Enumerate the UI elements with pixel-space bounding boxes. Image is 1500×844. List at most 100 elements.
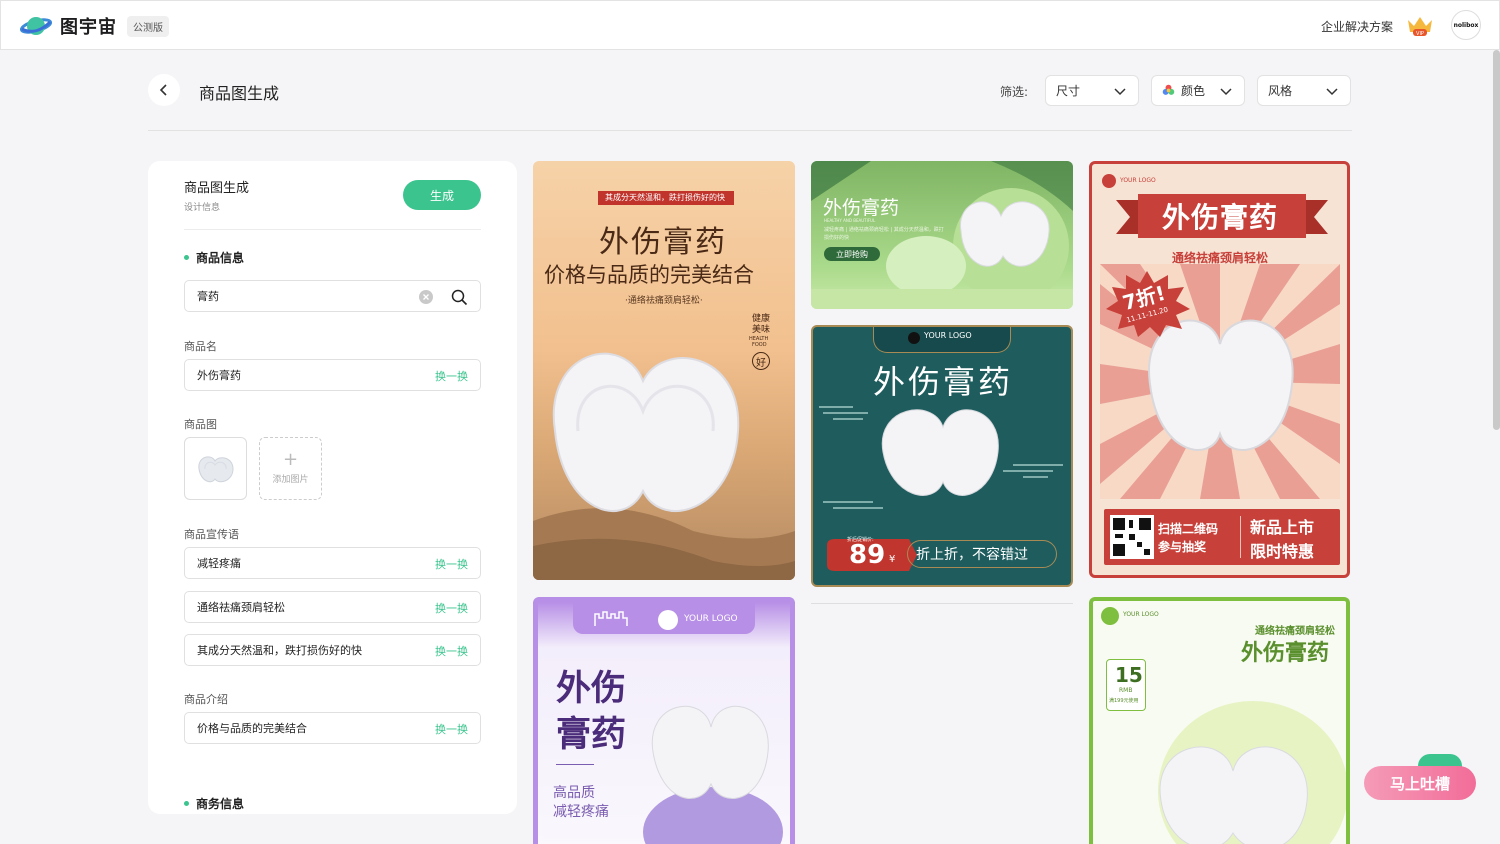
card-title: 外伤膏药 xyxy=(1241,641,1330,666)
card-logo: YOUR LOGO xyxy=(1123,611,1159,618)
section-dot-icon xyxy=(184,801,189,806)
card-title-1: 外伤 xyxy=(556,668,627,709)
card-slogan: 折上折，不容错过 xyxy=(916,547,1028,563)
logo-circle-icon xyxy=(1102,174,1116,188)
card-small-en: HEALTHY AND BEAUTIFUL xyxy=(824,218,876,223)
svg-text:VIP: VIP xyxy=(1416,31,1424,37)
template-card-lime[interactable]: YOUR LOGO 通络祛痛颈肩轻松 外伤膏药 15 RMB 满199元使用 xyxy=(1089,597,1350,844)
chevron-left-icon xyxy=(159,84,167,96)
generate-button[interactable]: 生成 xyxy=(403,180,481,210)
chevron-down-icon xyxy=(1326,88,1338,96)
slogan-field-1[interactable]: 减轻疼痛 换一换 xyxy=(184,547,481,579)
app-name: 图宇宙 xyxy=(60,17,117,38)
qr-code-icon xyxy=(1110,515,1154,559)
product-image-label: 商品图 xyxy=(184,418,217,431)
app-logo[interactable]: 图宇宙 公测版 xyxy=(19,12,169,40)
top-bar: 图宇宙 公测版 企业解决方案 VIP nolibox xyxy=(0,0,1500,50)
card-sub-2: 减轻疼痛 xyxy=(553,804,609,820)
panel-title: 商品图生成 xyxy=(184,181,250,196)
style-filter-dropdown[interactable]: 风格 xyxy=(1257,75,1351,106)
user-avatar[interactable]: nolibox xyxy=(1451,10,1481,40)
product-name-field[interactable]: 外伤膏药 换一换 xyxy=(184,359,481,391)
enterprise-solutions-link[interactable]: 企业解决方案 xyxy=(1321,18,1393,35)
template-card-green-banner[interactable]: 外伤膏药 HEALTHY AND BEAUTIFUL 减轻疼痛 | 通络祛痛颈肩… xyxy=(811,161,1073,309)
business-info-section-heading: 商务信息 xyxy=(184,795,244,812)
card-subtitle: 价格与品质的完美结合 xyxy=(544,263,754,287)
chevron-down-icon xyxy=(1114,88,1126,96)
color-filter-label: 颜色 xyxy=(1181,84,1206,98)
design-info-panel: 商品图生成 设计信息 生成 商品信息 膏药 商品名 外伤膏药 换一换 商品图 +… xyxy=(148,161,517,814)
product-search-input[interactable]: 膏药 xyxy=(184,280,481,312)
plaster-on-podium-image xyxy=(643,705,783,844)
promo-divider xyxy=(1240,516,1241,558)
logo-circle-icon xyxy=(658,610,678,630)
add-image-button[interactable]: + 添加图片 xyxy=(259,437,322,500)
size-filter-label: 尺寸 xyxy=(1056,84,1081,98)
add-image-label: 添加图片 xyxy=(272,475,309,485)
slogan-field-2[interactable]: 通络祛痛颈肩轻松 换一换 xyxy=(184,591,481,623)
card-sub-1: 高品质 xyxy=(553,785,595,801)
swap-button[interactable]: 换一换 xyxy=(435,556,468,572)
plaster-image xyxy=(197,455,234,482)
color-wheel-icon xyxy=(1162,84,1175,95)
template-card-retro[interactable]: YOUR LOGO 外伤膏药 通络祛痛颈肩轻松 7折! 11.11-11.20 … xyxy=(1089,161,1350,578)
search-icon[interactable] xyxy=(451,289,468,306)
card-logo: YOUR LOGO xyxy=(684,614,738,624)
coupon-unit: RMB xyxy=(1119,687,1133,694)
slogan-field-3[interactable]: 其成分天然温和，跌打损伤好的快 换一换 xyxy=(184,634,481,666)
product-image-thumbnail[interactable] xyxy=(184,437,247,500)
product-name-label: 商品名 xyxy=(184,340,217,353)
swap-button[interactable]: 换一换 xyxy=(435,600,468,616)
card-tagline: ·通络祛痛颈肩轻松· xyxy=(625,296,703,306)
coupon-value: 15 xyxy=(1115,663,1143,687)
logo-circle-icon xyxy=(1101,607,1119,625)
card-separator xyxy=(811,603,1073,604)
card-title: 外伤膏药 xyxy=(823,197,900,219)
promo-line-2: 限时特惠 xyxy=(1250,542,1315,561)
size-filter-dropdown[interactable]: 尺寸 xyxy=(1045,75,1139,106)
plaster-product-image xyxy=(533,352,795,580)
plaster-lime-image xyxy=(1158,701,1346,844)
card-title-2: 膏药 xyxy=(556,714,627,755)
filter-label: 筛选: xyxy=(1000,85,1029,99)
coupon-note: 满199元使用 xyxy=(1109,698,1139,704)
qr-line-1: 扫描二维码 xyxy=(1158,522,1219,536)
slogan-value: 减轻疼痛 xyxy=(197,557,241,570)
page-scrollbar[interactable] xyxy=(1493,50,1500,430)
panel-subtitle: 设计信息 xyxy=(184,203,221,213)
chevron-down-icon xyxy=(1220,88,1232,96)
swap-button[interactable]: 换一换 xyxy=(435,643,468,659)
product-name-value: 外伤膏药 xyxy=(197,369,241,382)
section-label: 商品信息 xyxy=(196,251,245,265)
section-label: 商务信息 xyxy=(196,797,245,811)
clear-icon[interactable] xyxy=(419,290,433,304)
feedback-button[interactable]: 马上吐槽 xyxy=(1364,766,1476,800)
intro-label: 商品介绍 xyxy=(184,693,228,706)
beta-badge: 公测版 xyxy=(127,15,169,37)
card-title: 外伤膏药 xyxy=(599,225,727,260)
swap-button[interactable]: 换一换 xyxy=(435,721,468,737)
promo-line-1: 新品上市 xyxy=(1250,518,1315,537)
swap-button[interactable]: 换一换 xyxy=(435,368,468,384)
castle-logo-icon xyxy=(594,611,628,626)
intro-field[interactable]: 价格与品质的完美结合 换一换 xyxy=(184,712,481,744)
intro-value: 价格与品质的完美结合 xyxy=(197,722,307,735)
color-filter-dropdown[interactable]: 颜色 xyxy=(1151,75,1245,106)
card-subtitle: 通络祛痛颈肩轻松 xyxy=(1172,251,1269,265)
card-logo: YOUR LOGO xyxy=(924,331,972,340)
plus-icon: + xyxy=(282,449,299,470)
header-divider xyxy=(148,130,1352,131)
logo-circle-icon xyxy=(908,332,920,344)
card-currency: ¥ xyxy=(889,554,896,565)
cloud-plaster-image xyxy=(819,406,1063,509)
card-desc: 减轻疼痛 | 通络祛痛颈肩轻松 | 其成分天然温和，跌打损伤好的快 xyxy=(824,227,944,241)
template-card-warm[interactable]: 其成分天然温和，跌打损伤好的快 外伤膏药 价格与品质的完美结合 ·通络祛痛颈肩轻… xyxy=(533,161,795,580)
template-card-teal[interactable]: YOUR LOGO 外伤膏药 折后促销价: 89 ¥ 折上折，不容错过 xyxy=(811,325,1073,587)
qr-line-2: 参与抽奖 xyxy=(1158,540,1207,554)
vip-crown-icon[interactable]: VIP xyxy=(1405,14,1435,38)
title-underline xyxy=(556,764,594,765)
slogan-value: 通络祛痛颈肩轻松 xyxy=(197,601,285,614)
back-button[interactable] xyxy=(148,74,180,106)
template-card-purple[interactable]: YOUR LOGO 外伤 膏药 高品质 减轻疼痛 xyxy=(533,597,795,844)
feedback-label: 马上吐槽 xyxy=(1389,774,1450,793)
